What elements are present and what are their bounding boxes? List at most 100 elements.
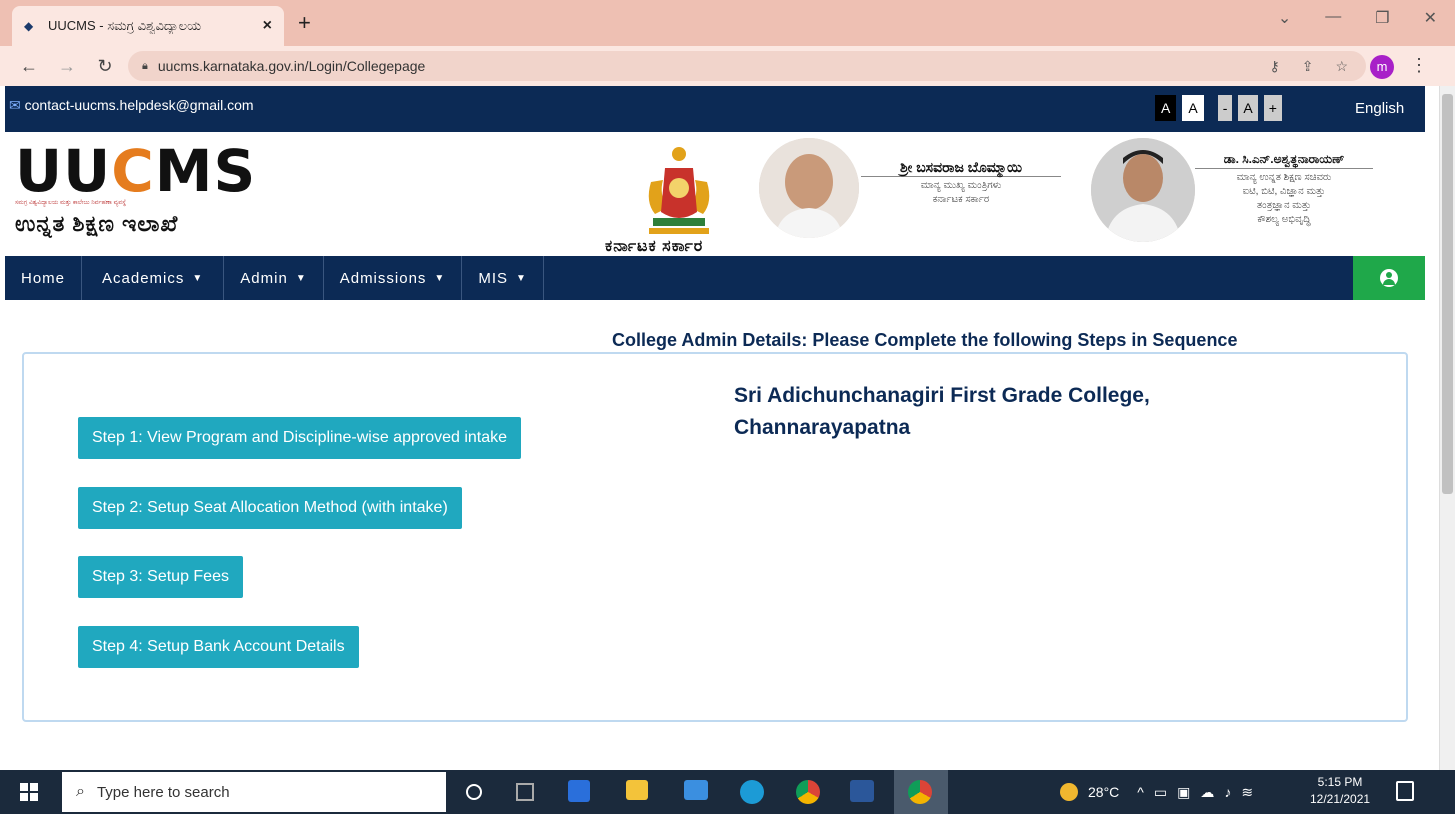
user-account-button[interactable] (1353, 256, 1425, 300)
nav-mis[interactable]: MIS ▼ (462, 256, 544, 300)
mail-app-icon[interactable] (684, 780, 708, 800)
back-icon[interactable]: ← (20, 56, 38, 77)
scrollbar-thumb[interactable] (1442, 94, 1453, 494)
font-increase-button[interactable]: + (1263, 95, 1282, 121)
minister-photo (1091, 138, 1195, 242)
browser-tab-strip: ◆ UUCMS - ಸಮಗ್ರ ವಿಶ್ವವಿದ್ಯಾಲಯ × + ⌄ — ❐ … (0, 0, 1455, 46)
nav-mis-label: MIS (478, 269, 508, 287)
word-icon[interactable] (850, 780, 874, 802)
emblem-caption: ಕರ್ನಾಟಕ ಸರ್ಕಾರ (605, 238, 704, 255)
main-navbar: Home Academics ▼ Admin ▼ Admissions ▼ MI… (5, 256, 1425, 300)
tab-title: UUCMS - ಸಮಗ್ರ ವಿಶ್ವವಿದ್ಯಾಲಯ (48, 18, 202, 33)
minimize-icon[interactable]: — (1325, 8, 1341, 28)
clock-time: 5:15 PM (1317, 775, 1363, 789)
windows-taskbar: ⌕ Type here to search 28°C ^ ▭ ▣ ☁︎ ♪ ≋ … (0, 770, 1455, 814)
lock-icon[interactable]: 🔒︎ (142, 60, 148, 73)
window-controls: ⌄ — ❐ ✕ (1278, 8, 1437, 28)
new-tab-button[interactable]: + (298, 10, 311, 36)
chrome-active-icon (908, 780, 932, 804)
edge-icon[interactable] (740, 780, 764, 804)
language-switch[interactable]: English (1355, 100, 1404, 117)
step4-button[interactable]: Step 4: Setup Bank Account Details (78, 626, 359, 668)
step1-button[interactable]: Step 1: View Program and Discipline-wise… (78, 417, 522, 459)
close-tab-icon[interactable]: × (263, 17, 272, 35)
chrome-icon[interactable] (796, 780, 820, 804)
share-icon[interactable]: ⇪ (1302, 58, 1314, 75)
minister-card: ಡಾ. ಸಿ.ಎನ್.ಅಶ್ವತ್ಥನಾರಾಯಣ್ ಮಾನ್ಯ ಉನ್ನತ ಶಿ… (1195, 152, 1373, 227)
page-title: College Admin Details: Please Complete t… (612, 330, 1238, 350)
taskbar-active-app[interactable] (894, 770, 948, 814)
browser-tab[interactable]: ◆ UUCMS - ಸಮಗ್ರ ವಿಶ್ವವಿದ್ಯಾಲಯ × (12, 6, 284, 46)
font-decrease-button[interactable]: - (1217, 95, 1233, 121)
user-icon (1380, 269, 1398, 287)
chevron-down-icon: ▼ (295, 272, 307, 284)
college-name: Sri Adichunchanagiri First Grade College… (734, 384, 1150, 439)
person2-line2: ಐಟಿ, ಬಿಟಿ, ವಿಜ್ಞಾನ ಮತ್ತು (1242, 186, 1326, 197)
forward-icon[interactable]: → (58, 56, 76, 77)
contrast-light-button[interactable]: A (1182, 95, 1204, 121)
windows-start-icon[interactable] (20, 783, 38, 801)
uucms-logo[interactable]: UUCMS ಸಮಗ್ರ ವಿಶ್ವವಿದ್ಯಾಲಯ ಮತ್ತು ಕಾಲೇಜು ನ… (15, 142, 275, 237)
file-explorer-icon[interactable] (626, 780, 648, 800)
person2-line3: ತಂತ್ರಜ್ಞಾನ ಮತ್ತು (1256, 200, 1312, 211)
bookmark-star-icon[interactable]: ☆ (1335, 58, 1348, 75)
restore-icon[interactable]: ❐ (1375, 8, 1389, 28)
step3-button[interactable]: Step 3: Setup Fees (78, 556, 243, 598)
logo-text: UUCMS (15, 137, 257, 205)
person2-line4: ಕೌಶಲ್ಯ ಅಭಿವೃದ್ಧಿ (1257, 214, 1311, 225)
nav-admissions-label: Admissions (339, 269, 427, 287)
close-window-icon[interactable]: ✕ (1424, 8, 1437, 28)
url-field[interactable]: 🔒︎ uucms.karnataka.gov.in/Login/Collegep… (128, 51, 1366, 81)
nav-admin-label: Admin (240, 269, 288, 287)
contrast-dark-button[interactable]: A (1155, 95, 1177, 121)
wifi-icon[interactable]: ≋ (1241, 784, 1253, 801)
nav-academics[interactable]: Academics ▼ (82, 256, 225, 300)
nav-admissions[interactable]: Admissions ▼ (324, 256, 463, 300)
nav-admin[interactable]: Admin ▼ (224, 256, 324, 300)
address-bar-row: ← → ↻ 🔒︎ uucms.karnataka.gov.in/Login/Co… (0, 46, 1455, 86)
clock-date: 12/21/2021 (1310, 792, 1371, 806)
nav-home-label: Home (21, 269, 66, 287)
cortana-icon[interactable] (466, 784, 482, 800)
email-text: contact-uucms.helpdesk@gmail.com (24, 97, 254, 113)
site-favicon-icon: ◆ (24, 19, 34, 33)
taskbar-search-input[interactable]: ⌕ Type here to search (62, 772, 446, 812)
battery-icon[interactable]: ▣ (1177, 784, 1190, 801)
chevron-down-icon: ▼ (516, 272, 527, 284)
volume-icon[interactable]: ♪ (1224, 784, 1231, 800)
nav-home[interactable]: Home (5, 256, 83, 300)
person1-name: ಶ್ರೀ ಬಸವರಾಜ ಬೊಮ್ಮಾಯಿ (861, 160, 1061, 177)
tab-search-icon[interactable]: ⌄ (1278, 8, 1291, 28)
department-name: ಉನ್ನತ ಶಿಕ್ಷಣ ಇಲಾಖೆ (15, 211, 179, 236)
page-scrollbar[interactable] (1439, 86, 1455, 770)
key-icon[interactable]: ⚷ (1269, 58, 1279, 75)
weather-icon[interactable] (1060, 783, 1078, 801)
chief-minister-photo (759, 138, 859, 238)
system-tray: 28°C ^ ▭ ▣ ☁︎ ♪ ≋ (1060, 770, 1253, 814)
reload-icon[interactable]: ↻ (96, 56, 114, 77)
site-header: UUCMS ಸಮಗ್ರ ವಿಶ್ವವಿದ್ಯಾಲಯ ಮತ್ತು ಕಾಲೇಜು ನ… (5, 132, 1425, 256)
karnataka-emblem-icon (648, 147, 710, 234)
temperature[interactable]: 28°C (1088, 784, 1119, 800)
chevron-up-icon[interactable]: ^ (1137, 784, 1144, 800)
chevron-down-icon: ▼ (434, 272, 446, 284)
task-view-icon[interactable] (516, 783, 534, 801)
person1-org: ಕರ್ನಾಟಕ ಸರ್ಕಾರ (932, 194, 990, 205)
helpdesk-email[interactable]: ✉︎ contact-uucms.helpdesk@gmail.com (9, 97, 254, 114)
font-reset-button[interactable]: A (1238, 95, 1258, 121)
microsoft-store-icon[interactable] (568, 780, 590, 802)
person1-title: ಮಾನ್ಯ ಮುಖ್ಯ ಮಂತ್ರಿಗಳು (920, 180, 1002, 191)
cloud-icon[interactable]: ☁︎ (1200, 784, 1214, 801)
browser-menu-icon[interactable]: ⋮ (1410, 55, 1428, 76)
search-placeholder: Type here to search (96, 783, 230, 801)
mail-icon: ✉︎ (9, 97, 21, 113)
profile-avatar[interactable]: m (1370, 55, 1394, 79)
notification-icon[interactable] (1396, 781, 1414, 801)
steps-panel: Sri Adichunchanagiri First Grade College… (22, 352, 1408, 722)
top-info-bar: ✉︎ contact-uucms.helpdesk@gmail.com A A … (5, 86, 1425, 132)
chief-minister-card: ಶ್ರೀ ಬಸವರಾಜ ಬೊಮ್ಮಾಯಿ ಮಾನ್ಯ ಮುಖ್ಯ ಮಂತ್ರಿಗ… (861, 160, 1061, 207)
nav-academics-label: Academics (102, 269, 185, 287)
network-icon[interactable]: ▭ (1154, 784, 1167, 801)
taskbar-clock[interactable]: 5:15 PM 12/21/2021 (1310, 774, 1370, 808)
step2-button[interactable]: Step 2: Setup Seat Allocation Method (wi… (78, 487, 462, 529)
